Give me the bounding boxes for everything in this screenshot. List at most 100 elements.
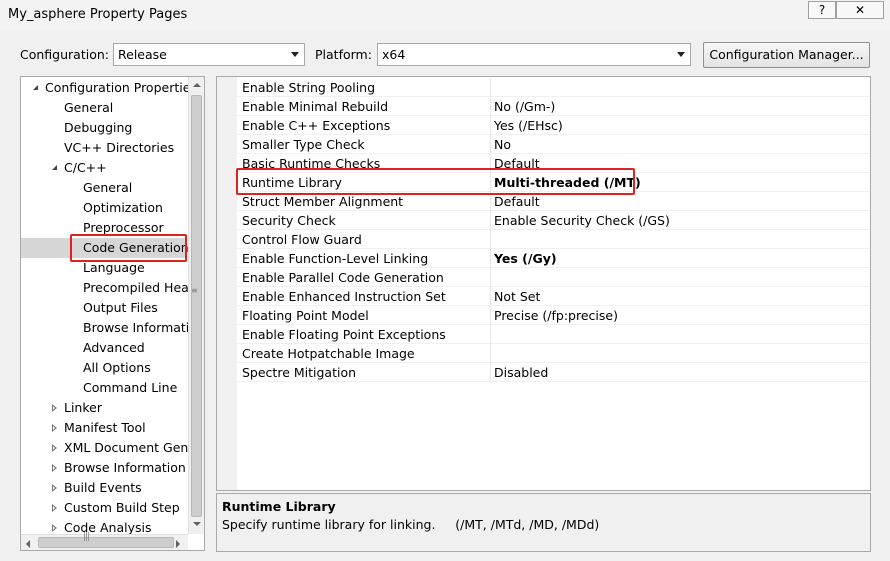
tree-item-label: C/C++ [64,160,107,175]
column-separator [490,192,491,211]
tree-horizontal-scrollbar[interactable]: ||| [21,532,188,550]
property-name: Enable Parallel Code Generation [242,270,444,285]
property-value[interactable]: Yes (/EHsc) [494,116,563,135]
tree-item[interactable]: Optimization [21,198,187,218]
tree-item[interactable]: Custom Build Step [21,498,187,518]
tree-item[interactable]: General [21,178,187,198]
scroll-up-icon[interactable] [193,83,201,87]
tree-item[interactable]: C/C++ [21,158,187,178]
tree-item[interactable]: Command Line [21,378,187,398]
property-row[interactable]: Enable Floating Point Exceptions [237,325,870,344]
title-bar: My_asphere Property Pages ? ✕ [0,0,890,30]
scroll-left-icon[interactable] [26,540,30,548]
property-value[interactable]: Enable Security Check (/GS) [494,211,670,230]
scroll-down-icon[interactable] [193,522,201,526]
tree-item[interactable]: Language [21,258,187,278]
window-title: My_asphere Property Pages [8,7,188,22]
scroll-right-icon[interactable] [176,540,180,548]
description-text: Specify runtime library for linking. (/M… [222,517,600,532]
collapsed-arrow-icon[interactable] [52,484,57,492]
tree-item[interactable]: Build Events [21,478,187,498]
tree-item-label: General [64,100,114,115]
property-row[interactable]: Smaller Type Check No [237,135,870,154]
collapsed-arrow-icon[interactable] [52,444,57,452]
tree-item[interactable]: Precompiled Head [21,278,197,298]
property-name: Runtime Library [242,175,342,190]
property-row[interactable]: Security Check Enable Security Check (/GS… [237,211,870,230]
property-value[interactable]: No [494,135,511,154]
description-title: Runtime Library [222,499,336,514]
tree-item[interactable]: Preprocessor [21,218,187,238]
property-name: Enable C++ Exceptions [242,118,391,133]
property-row[interactable]: Enable Enhanced Instruction Set Not Set [237,287,870,306]
property-row[interactable]: Enable Parallel Code Generation [237,268,870,287]
tree-item[interactable]: Advanced [21,338,187,358]
property-value[interactable]: No (/Gm-) [494,97,555,116]
column-separator [490,230,491,249]
collapsed-arrow-icon[interactable] [52,524,57,532]
property-name: Floating Point Model [242,308,369,323]
property-row[interactable]: Enable String Pooling [237,78,870,97]
expanded-arrow-icon[interactable] [52,165,57,170]
tree-item[interactable]: General [21,98,187,118]
property-row[interactable]: Floating Point Model Precise (/fp:precise… [237,306,870,325]
property-value[interactable]: Default [494,154,540,173]
property-row[interactable]: Create Hotpatchable Image [237,344,870,363]
configuration-value: Release [118,47,167,62]
property-row[interactable]: Struct Member Alignment Default [237,192,870,211]
collapsed-arrow-icon[interactable] [52,464,57,472]
tree-item-label: XML Document Gene [64,440,197,455]
collapsed-arrow-icon[interactable] [52,404,57,412]
tree-item[interactable]: Manifest Tool [21,418,187,438]
configuration-dropdown[interactable]: Release [113,43,305,66]
tree-item[interactable]: All Options [21,358,187,378]
property-name: Smaller Type Check [242,137,365,152]
tree-item[interactable]: Configuration Properties [21,78,197,98]
scroll-thumb[interactable] [38,537,174,548]
property-value[interactable]: Multi-threaded (/MT) [494,173,641,192]
tree-item[interactable]: Browse Informatio [21,318,197,338]
property-row[interactable]: Enable Function-Level Linking Yes (/Gy) [237,249,870,268]
tree-vertical-scrollbar[interactable]: ≡ [188,77,204,534]
property-row[interactable]: Runtime Library Multi-threaded (/MT) [237,173,870,192]
property-value[interactable]: Default [494,192,540,211]
tree-item-label: Command Line [83,380,178,395]
tree-item[interactable]: XML Document Gene [21,438,196,458]
collapsed-arrow-icon[interactable] [52,424,57,432]
tree-item[interactable]: Code Generation [21,238,189,258]
tree-item-label: Precompiled Head [83,280,197,295]
close-icon: ✕ [854,3,866,17]
platform-value: x64 [382,47,406,62]
tree-item[interactable]: Output Files [21,298,187,318]
grid-gutter [217,77,237,490]
tree-item[interactable]: Debugging [21,118,187,138]
property-row[interactable]: Basic Runtime Checks Default [237,154,870,173]
tree-item-label: Language [83,260,145,275]
expanded-arrow-icon[interactable] [33,85,38,90]
platform-label: Platform: [315,47,372,62]
property-value[interactable]: Disabled [494,363,548,382]
tree-item[interactable]: VC++ Directories [21,138,187,158]
platform-dropdown[interactable]: x64 [377,43,691,66]
property-tree[interactable]: Configuration Properties General Debugging… [20,76,205,551]
property-name: Create Hotpatchable Image [242,346,415,361]
property-row[interactable]: Enable C++ Exceptions Yes (/EHsc) [237,116,870,135]
scroll-thumb[interactable] [191,95,202,517]
property-grid[interactable]: Enable String Pooling Enable Minimal Rebu… [216,76,871,491]
tree-item[interactable]: Linker [21,398,187,418]
tree-item-label: VC++ Directories [64,140,175,155]
collapsed-arrow-icon[interactable] [52,504,57,512]
property-value[interactable]: Yes (/Gy) [494,249,557,268]
configuration-manager-button[interactable]: Configuration Manager... [703,42,870,68]
property-row[interactable]: Spectre Mitigation Disabled [237,363,870,382]
property-row[interactable]: Control Flow Guard [237,230,870,249]
column-separator [490,344,491,363]
property-value[interactable]: Precise (/fp:precise) [494,306,618,325]
property-name: Enable Enhanced Instruction Set [242,289,446,304]
property-value[interactable]: Not Set [494,287,540,306]
tree-item[interactable]: Browse Information [21,458,187,478]
close-button[interactable]: ✕ [836,1,884,19]
help-button[interactable]: ? [808,1,836,19]
property-row[interactable]: Enable Minimal Rebuild No (/Gm-) [237,97,870,116]
tree-item-label: All Options [83,360,151,375]
